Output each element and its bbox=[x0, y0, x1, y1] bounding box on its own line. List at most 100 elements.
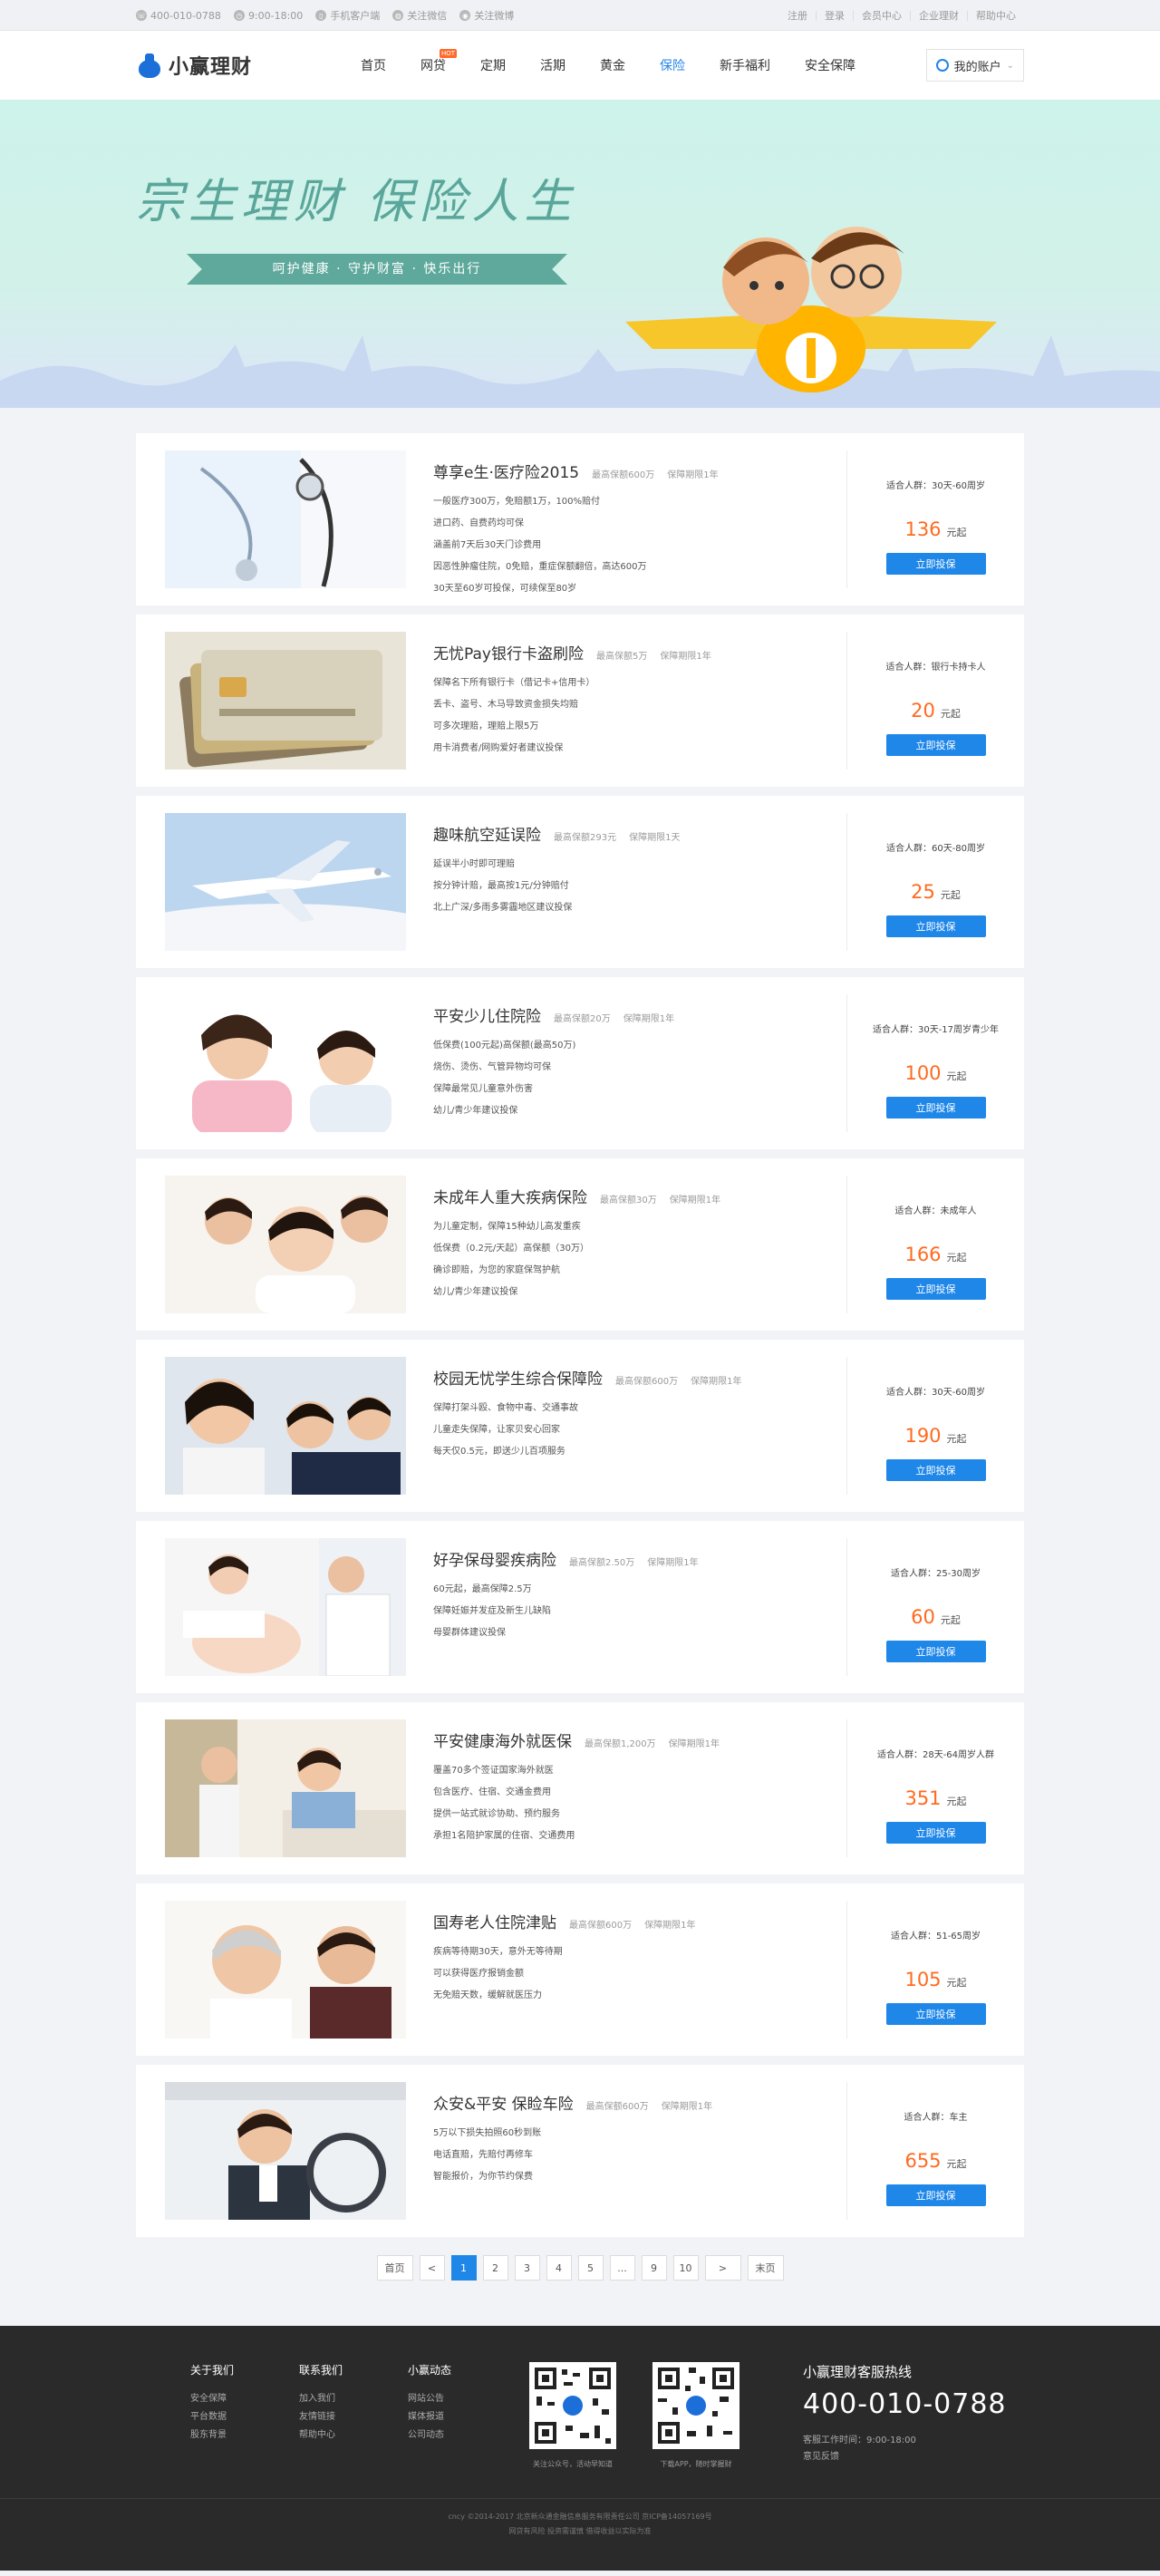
product-feature: 无免赔天数，缓解就医压力 bbox=[433, 1990, 542, 2000]
page-prev[interactable]: < bbox=[419, 2255, 445, 2281]
price-unit: 元起 bbox=[946, 527, 967, 538]
nav-p2p[interactable]: 网贷 HOT bbox=[420, 49, 457, 74]
mobile-client-link[interactable]: ▯ 手机客户端 bbox=[315, 8, 380, 23]
price-value: 190 bbox=[904, 1425, 942, 1447]
login-link[interactable]: 登录 bbox=[816, 10, 853, 21]
weibo-link[interactable]: ◉ 关注微博 bbox=[459, 8, 514, 23]
page-next[interactable]: > bbox=[704, 2255, 741, 2281]
footer-link[interactable]: 公司动态 bbox=[408, 2426, 517, 2445]
hotline-title: 小赢理财客服热线 bbox=[803, 2364, 913, 2380]
product-title[interactable]: 无忧Pay银行卡盗刷险 bbox=[433, 641, 584, 663]
price-value: 655 bbox=[904, 2150, 942, 2172]
enterprise-link[interactable]: 企业理财 bbox=[910, 10, 967, 21]
price-unit: 元起 bbox=[940, 889, 961, 901]
buy-now-button[interactable]: 立即投保 bbox=[885, 1641, 986, 1662]
footer-link[interactable]: 媒体报道 bbox=[408, 2408, 517, 2426]
page-9[interactable]: 9 bbox=[641, 2255, 667, 2281]
mobile-icon: ▯ bbox=[315, 10, 327, 21]
product-image[interactable] bbox=[165, 632, 406, 770]
product-title-row: 好孕保母婴疾病险 最高保额2.50万 保障期限1年 bbox=[433, 1547, 846, 1570]
product-image[interactable] bbox=[165, 1357, 406, 1495]
page-3[interactable]: 3 bbox=[514, 2255, 540, 2281]
product-title[interactable]: 众安&平安 保睑车险 bbox=[433, 2091, 574, 2114]
product-tag: 最高保额1,200万 bbox=[585, 1739, 656, 1749]
page-10[interactable]: 10 bbox=[672, 2255, 699, 2281]
header: 小赢理财 首页 网贷 HOT 定期 活期 黄金 保险 新手福利 安全保障 我的账户… bbox=[0, 31, 1160, 100]
phone-info: ☏ 400-010-0788 bbox=[136, 10, 221, 22]
footer-link[interactable]: 平台数据 bbox=[190, 2408, 299, 2426]
product-title[interactable]: 平安少儿住院险 bbox=[433, 1003, 541, 1026]
buy-now-button[interactable]: 立即投保 bbox=[885, 1278, 986, 1300]
qr-code-icon bbox=[529, 2362, 616, 2449]
footer-link[interactable]: 安全保障 bbox=[190, 2390, 299, 2408]
footer-link[interactable]: 网站公告 bbox=[408, 2390, 517, 2408]
product-image[interactable] bbox=[165, 2082, 406, 2220]
footer-link[interactable]: 帮助中心 bbox=[299, 2426, 408, 2445]
nav-security[interactable]: 安全保障 bbox=[805, 56, 856, 74]
buy-now-button[interactable]: 立即投保 bbox=[885, 553, 986, 575]
product-card: 国寿老人住院津贴 最高保额600万 保障期限1年 疾病等待期30天，意外无等待期可… bbox=[136, 1884, 1024, 2056]
buy-now-button[interactable]: 立即投保 bbox=[885, 2003, 986, 2025]
product-title[interactable]: 好孕保母婴疾病险 bbox=[433, 1547, 556, 1570]
footer-link[interactable]: 加入我们 bbox=[299, 2390, 408, 2408]
product-price: 655 元起 bbox=[904, 2150, 966, 2172]
register-link[interactable]: 注册 bbox=[779, 11, 816, 21]
wechat-link[interactable]: ◍ 关注微信 bbox=[392, 8, 447, 23]
nav-fixed[interactable]: 定期 bbox=[480, 56, 506, 74]
product-title[interactable]: 校园无忧学生综合保障险 bbox=[433, 1366, 603, 1389]
member-center-link[interactable]: 会员中心 bbox=[853, 10, 910, 21]
product-image[interactable] bbox=[165, 1901, 406, 2039]
product-image[interactable] bbox=[165, 1176, 406, 1313]
product-tag: 保障期限1年 bbox=[661, 2102, 713, 2112]
qr-code-icon bbox=[652, 2362, 740, 2449]
product-feature: 烧伤、烫伤、气管异物均可保 bbox=[433, 1062, 551, 1072]
help-center-link[interactable]: 帮助中心 bbox=[967, 10, 1024, 21]
page-5[interactable]: 5 bbox=[577, 2255, 604, 2281]
product-side: 适合人群：车主 655 元起 立即投保 bbox=[846, 2082, 1024, 2220]
page-2[interactable]: 2 bbox=[482, 2255, 508, 2281]
price-value: 166 bbox=[904, 1244, 942, 1265]
product-feature: 为儿童定制，保障15种幼儿高发重疾 bbox=[433, 1222, 581, 1232]
product-image[interactable] bbox=[165, 994, 406, 1132]
product-image[interactable] bbox=[165, 450, 406, 588]
buy-now-button[interactable]: 立即投保 bbox=[885, 1822, 986, 1844]
page-first[interactable]: 首页 bbox=[376, 2255, 413, 2281]
footer: 关于我们 安全保障 平台数据 股东背景 联系我们 加入我们 友情链接 帮助中心 … bbox=[0, 2326, 1160, 2571]
nav-newbie[interactable]: 新手福利 bbox=[720, 56, 770, 74]
buy-now-button[interactable]: 立即投保 bbox=[885, 1459, 986, 1481]
product-image[interactable] bbox=[165, 813, 406, 951]
buy-now-button[interactable]: 立即投保 bbox=[885, 915, 986, 937]
product-tag: 保障期限1天 bbox=[629, 833, 681, 843]
page-last[interactable]: 末页 bbox=[747, 2255, 784, 2281]
footer-col-title: 小赢动态 bbox=[408, 2364, 452, 2377]
buy-now-button[interactable]: 立即投保 bbox=[885, 2184, 986, 2206]
feedback-link[interactable]: 意见反馈 bbox=[803, 2449, 1007, 2465]
product-feature: 包含医疗、住宿、交通金费用 bbox=[433, 1787, 551, 1797]
product-image[interactable] bbox=[165, 1538, 406, 1676]
product-card: 好孕保母婴疾病险 最高保额2.50万 保障期限1年 60元起，最高保障2.5万 保障… bbox=[136, 1521, 1024, 1693]
buy-now-button[interactable]: 立即投保 bbox=[885, 734, 986, 756]
account-menu[interactable]: 我的账户 ⌄ bbox=[925, 49, 1024, 82]
footer-link[interactable]: 友情链接 bbox=[299, 2408, 408, 2426]
nav-current[interactable]: 活期 bbox=[540, 56, 566, 74]
page-4[interactable]: 4 bbox=[546, 2255, 572, 2281]
product-title[interactable]: 趣味航空延误险 bbox=[433, 822, 541, 845]
product-feature: 保障最常见儿童意外伤害 bbox=[433, 1084, 533, 1094]
price-unit: 元起 bbox=[946, 1070, 967, 1082]
nav-gold[interactable]: 黄金 bbox=[600, 56, 625, 74]
buy-now-button[interactable]: 立即投保 bbox=[885, 1097, 986, 1119]
product-image[interactable] bbox=[165, 1719, 406, 1857]
product-tag: 最高保额30万 bbox=[600, 1196, 657, 1206]
hours-info: ◷ 9:00-18:00 bbox=[233, 10, 303, 22]
price-unit: 元起 bbox=[940, 708, 961, 720]
product-title[interactable]: 平安健康海外就医保 bbox=[433, 1729, 572, 1751]
product-title[interactable]: 未成年人重大疾病保险 bbox=[433, 1185, 587, 1207]
product-tag: 最高保额600万 bbox=[615, 1377, 679, 1387]
logo[interactable]: 小赢理财 bbox=[136, 51, 361, 80]
page-1[interactable]: 1 bbox=[450, 2255, 477, 2281]
footer-link[interactable]: 股东背景 bbox=[190, 2426, 299, 2445]
nav-home[interactable]: 首页 bbox=[361, 56, 386, 74]
product-title[interactable]: 国寿老人住院津贴 bbox=[433, 1910, 556, 1932]
product-title[interactable]: 尊享e生·医疗险2015 bbox=[433, 460, 579, 482]
nav-insurance[interactable]: 保险 bbox=[660, 56, 685, 74]
